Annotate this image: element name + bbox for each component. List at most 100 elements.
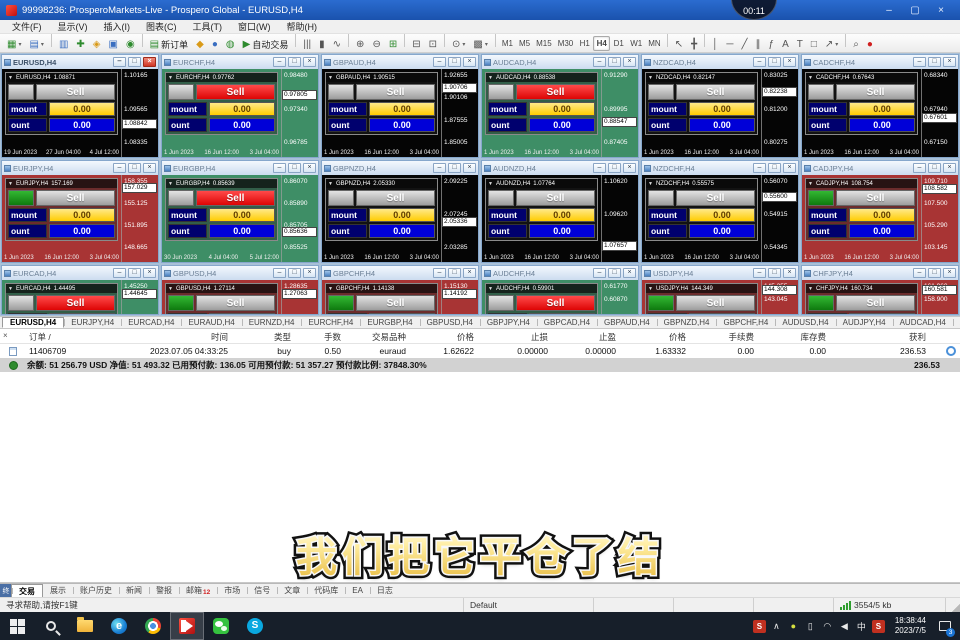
timeframe-button[interactable]: M5 <box>516 36 533 51</box>
sell-amount-field[interactable]: 0.00 <box>689 224 755 238</box>
chart-restore-button[interactable]: □ <box>448 268 461 278</box>
chart-close-button[interactable]: × <box>783 268 796 278</box>
taskbar-clock[interactable]: 18:38:44 2023/7/5 <box>889 616 932 636</box>
toolbox-tab[interactable]: 信号 <box>247 584 277 597</box>
buy-amount-field[interactable]: 0.00 <box>529 313 595 314</box>
collapse-arrow-icon[interactable]: ▼ <box>488 75 493 81</box>
chart-minimize-button[interactable]: ‒ <box>113 57 126 67</box>
collapse-arrow-icon[interactable]: ▼ <box>328 181 333 187</box>
close-position-icon[interactable] <box>946 346 956 356</box>
chart-tab[interactable]: EURCHF,H4 <box>301 317 360 328</box>
chart-close-button[interactable]: × <box>143 57 156 67</box>
chart-close-button[interactable]: × <box>943 57 956 67</box>
collapse-arrow-icon[interactable]: ▼ <box>808 181 813 187</box>
candlestick-button[interactable]: ▮ <box>315 36 329 52</box>
chart-restore-button[interactable]: □ <box>928 57 941 67</box>
chart-restore-button[interactable]: □ <box>928 268 941 278</box>
chart-minimize-button[interactable]: ‒ <box>273 57 286 67</box>
chart-minimize-button[interactable]: ‒ <box>913 163 926 173</box>
buy-button[interactable] <box>328 84 354 100</box>
menu-item[interactable]: 图表(C) <box>138 20 185 33</box>
buy-amount-field[interactable]: 0.00 <box>49 208 115 222</box>
chart-close-button[interactable]: × <box>303 163 316 173</box>
chart-window-titlebar[interactable]: AUDCHF,H4 ‒ □ × <box>482 266 638 280</box>
chart-minimize-button[interactable]: ‒ <box>593 163 606 173</box>
maximize-button[interactable]: ▢ <box>902 5 928 16</box>
buy-amount-field[interactable]: 0.00 <box>689 208 755 222</box>
chart-window-titlebar[interactable]: GBPCHF,H4 ‒ □ × <box>322 266 478 280</box>
metaeditor-button[interactable]: ◆ <box>192 36 208 52</box>
chart-window-titlebar[interactable]: EURCAD,H4 ‒ □ × <box>2 266 158 280</box>
status-profile[interactable]: Default <box>464 598 594 612</box>
chart-close-button[interactable]: × <box>943 163 956 173</box>
toolbox-close-icon[interactable]: × <box>3 332 8 340</box>
column-header[interactable]: 手数 <box>294 331 344 343</box>
sell-button[interactable]: Sell <box>356 295 435 311</box>
timeframe-button[interactable]: MN <box>645 36 663 51</box>
chart-close-button[interactable]: × <box>463 57 476 67</box>
toolbox-tab[interactable]: 交易 <box>11 584 43 597</box>
horizontal-line-button[interactable]: ─ <box>722 36 737 52</box>
buy-button[interactable] <box>168 295 194 311</box>
sell-button[interactable]: Sell <box>36 190 115 206</box>
collapse-arrow-icon[interactable]: ▼ <box>8 181 13 187</box>
buy-button[interactable] <box>488 190 514 206</box>
buy-amount-field[interactable]: 0.00 <box>209 313 275 314</box>
chart-restore-button[interactable]: □ <box>448 57 461 67</box>
collapse-arrow-icon[interactable]: ▼ <box>168 75 173 81</box>
chart-close-button[interactable]: × <box>623 268 636 278</box>
autotrading-button[interactable]: ▶ 自动交易 <box>239 36 293 52</box>
toolbox-tab[interactable]: 新闻 <box>119 584 149 597</box>
chart-tab[interactable]: AUDCAD,H4 <box>892 317 953 328</box>
sell-button[interactable]: Sell <box>36 84 115 100</box>
periods-button[interactable]: ⊙ ▾ <box>448 36 469 52</box>
profiles-button[interactable]: ▤ ▾ <box>25 36 47 52</box>
chart-window-titlebar[interactable]: NZDCHF,H4 ‒ □ × <box>642 161 798 175</box>
tester-button[interactable]: ◉ <box>122 36 139 52</box>
file-explorer-button[interactable] <box>68 612 102 640</box>
chart-tab[interactable]: EURUSD,H4 <box>2 317 65 328</box>
navigator-button[interactable]: ◈ <box>89 36 105 52</box>
sell-button[interactable]: Sell <box>356 84 435 100</box>
collapse-arrow-icon[interactable]: ▼ <box>488 286 493 292</box>
chart-restore-button[interactable]: □ <box>608 268 621 278</box>
buy-amount-field[interactable]: 0.00 <box>529 102 595 116</box>
menu-item[interactable]: 显示(V) <box>50 20 96 33</box>
new-order-button[interactable]: ▤ 新订单 <box>146 36 192 52</box>
sell-amount-field[interactable]: 0.00 <box>849 224 915 238</box>
taskbar-search-button[interactable] <box>34 612 68 640</box>
chart-tab[interactable]: GBPCAD,H4 <box>536 317 597 328</box>
column-header[interactable]: 获利 <box>829 331 929 343</box>
chart-minimize-button[interactable]: ‒ <box>913 268 926 278</box>
sell-button[interactable]: Sell <box>196 190 275 206</box>
buy-amount-field[interactable]: 0.00 <box>49 313 115 314</box>
toolbox-tab[interactable]: 展示 <box>43 584 73 597</box>
chart-minimize-button[interactable]: ‒ <box>113 163 126 173</box>
chart-minimize-button[interactable]: ‒ <box>433 268 446 278</box>
chart-close-button[interactable]: × <box>143 268 156 278</box>
channel-button[interactable]: ∥ <box>752 36 765 52</box>
action-center-button[interactable]: 3 <box>934 612 956 640</box>
buy-button[interactable] <box>168 190 194 206</box>
buy-amount-field[interactable]: 0.00 <box>529 208 595 222</box>
chart-close-button[interactable]: × <box>623 163 636 173</box>
buy-button[interactable] <box>648 190 674 206</box>
sell-amount-field[interactable]: 0.00 <box>849 118 915 132</box>
buy-amount-field[interactable]: 0.00 <box>849 313 915 314</box>
buy-amount-field[interactable]: 0.00 <box>689 102 755 116</box>
chart-restore-button[interactable]: □ <box>608 163 621 173</box>
shapes-button[interactable]: □ <box>807 36 821 52</box>
chart-tab[interactable]: GBPCHF,H4 <box>716 317 775 328</box>
vertical-line-button[interactable]: │ <box>708 36 722 52</box>
column-header[interactable]: 止损 <box>477 331 551 343</box>
chrome-button[interactable] <box>136 612 170 640</box>
chart-restore-button[interactable]: □ <box>128 268 141 278</box>
menu-item[interactable]: 帮助(H) <box>279 20 326 33</box>
sell-button[interactable]: Sell <box>36 295 115 311</box>
menu-item[interactable]: 插入(I) <box>96 20 139 33</box>
sell-button[interactable]: Sell <box>516 84 595 100</box>
column-header[interactable]: 交易品种 <box>344 331 409 343</box>
toolbox-tab[interactable]: EA <box>345 584 370 597</box>
chart-tab[interactable]: GBPJPY,H4 <box>479 317 537 328</box>
timeframe-button[interactable]: M30 <box>555 36 577 51</box>
